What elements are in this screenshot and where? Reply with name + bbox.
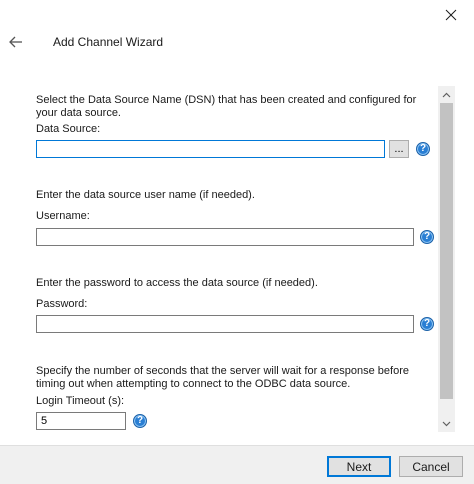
login-timeout-label: Login Timeout (s): — [36, 395, 125, 407]
password-label: Password: — [36, 298, 88, 310]
vertical-scrollbar[interactable] — [438, 86, 455, 432]
username-help-icon[interactable]: ? — [420, 230, 434, 244]
password-input[interactable] — [36, 315, 414, 333]
chevron-down-icon — [442, 421, 451, 426]
data-source-input[interactable] — [36, 140, 385, 158]
data-source-browse-button[interactable]: ... — [389, 140, 409, 158]
back-arrow-icon — [9, 36, 22, 48]
username-label: Username: — [36, 210, 90, 222]
add-channel-wizard-window: Add Channel Wizard Select the Data Sourc… — [0, 0, 474, 484]
username-description: Enter the data source user name (if need… — [36, 189, 255, 201]
scroll-thumb[interactable] — [440, 103, 453, 399]
chevron-up-icon — [442, 92, 451, 97]
data-source-help-icon[interactable]: ? — [416, 142, 430, 156]
scroll-up-button[interactable] — [438, 86, 455, 103]
password-description: Enter the password to access the data so… — [36, 277, 318, 289]
wizard-title: Add Channel Wizard — [53, 35, 164, 49]
wizard-content: Select the Data Source Name (DSN) that h… — [0, 86, 438, 432]
data-source-label: Data Source: — [36, 123, 101, 135]
data-source-description: Select the Data Source Name (DSN) that h… — [36, 94, 417, 119]
back-button[interactable] — [4, 30, 28, 54]
close-icon — [445, 9, 457, 21]
password-help-icon[interactable]: ? — [420, 317, 434, 331]
login-timeout-description: Specify the number of seconds that the s… — [36, 365, 409, 390]
cancel-button[interactable]: Cancel — [399, 456, 463, 477]
close-button[interactable] — [428, 0, 474, 30]
username-input[interactable] — [36, 228, 414, 246]
next-button[interactable]: Next — [327, 456, 391, 477]
scroll-down-button[interactable] — [438, 415, 455, 432]
login-timeout-input[interactable] — [36, 412, 126, 430]
wizard-footer: Next Cancel — [0, 445, 474, 484]
login-timeout-help-icon[interactable]: ? — [133, 414, 147, 428]
